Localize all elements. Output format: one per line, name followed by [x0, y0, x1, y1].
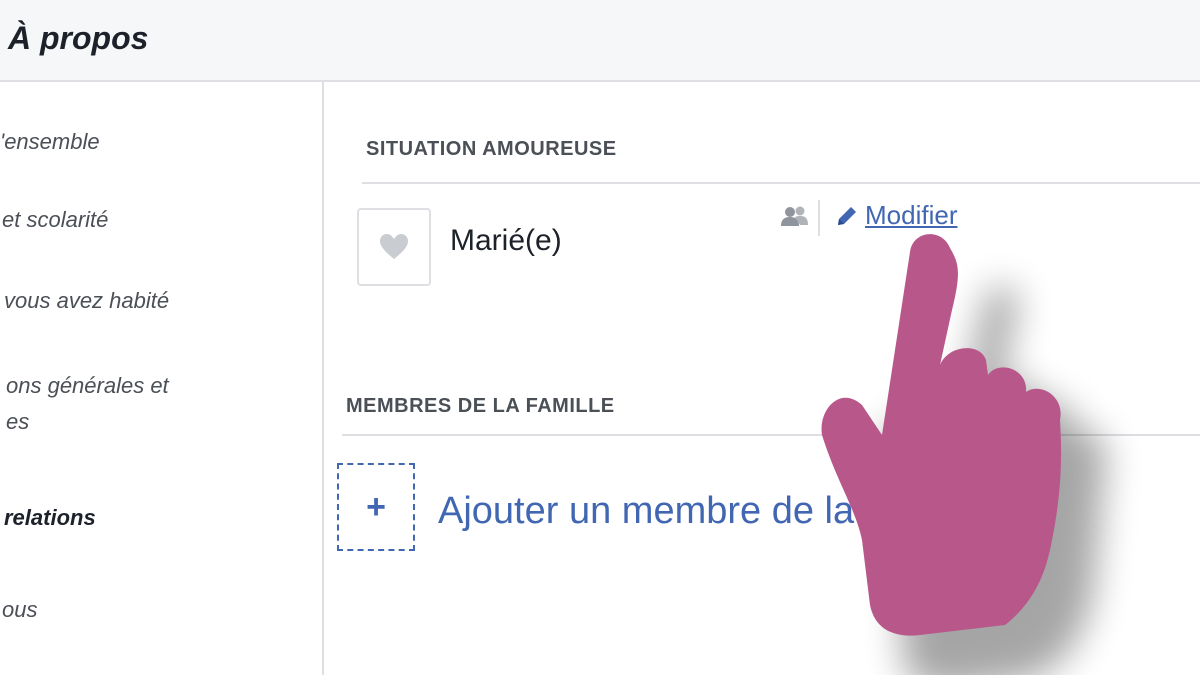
sidebar-item-places[interactable]: vous avez habité — [4, 283, 169, 319]
sidebar-divider — [322, 80, 324, 675]
family-section-title: MEMBRES DE LA FAMILLE — [346, 395, 615, 417]
relationship-section-rule — [362, 182, 1200, 184]
relationship-icon-box — [357, 208, 431, 286]
page-title: À propos — [8, 20, 149, 56]
pointing-hand-icon — [800, 210, 1200, 680]
relationship-status: Marié(e) — [450, 224, 562, 257]
sidebar-item-overview[interactable]: 'ensemble — [0, 124, 100, 160]
add-family-member-button[interactable]: + — [337, 463, 415, 551]
sidebar-item-education[interactable]: et scolarité — [2, 202, 108, 238]
sidebar-item-general-info[interactable]: ons générales et — [6, 368, 169, 404]
relationship-section-title: SITUATION AMOUREUSE — [366, 138, 617, 160]
heart-icon — [380, 234, 408, 259]
sidebar-item-about[interactable]: ous — [2, 592, 37, 628]
add-family-member-link[interactable]: Ajouter un membre de la — [438, 490, 854, 533]
sidebar-item-relations[interactable]: relations — [4, 500, 96, 536]
page-header: À propos — [0, 0, 1200, 82]
sidebar-item-general-info-line2[interactable]: es — [6, 404, 29, 440]
plus-icon: + — [366, 487, 386, 526]
